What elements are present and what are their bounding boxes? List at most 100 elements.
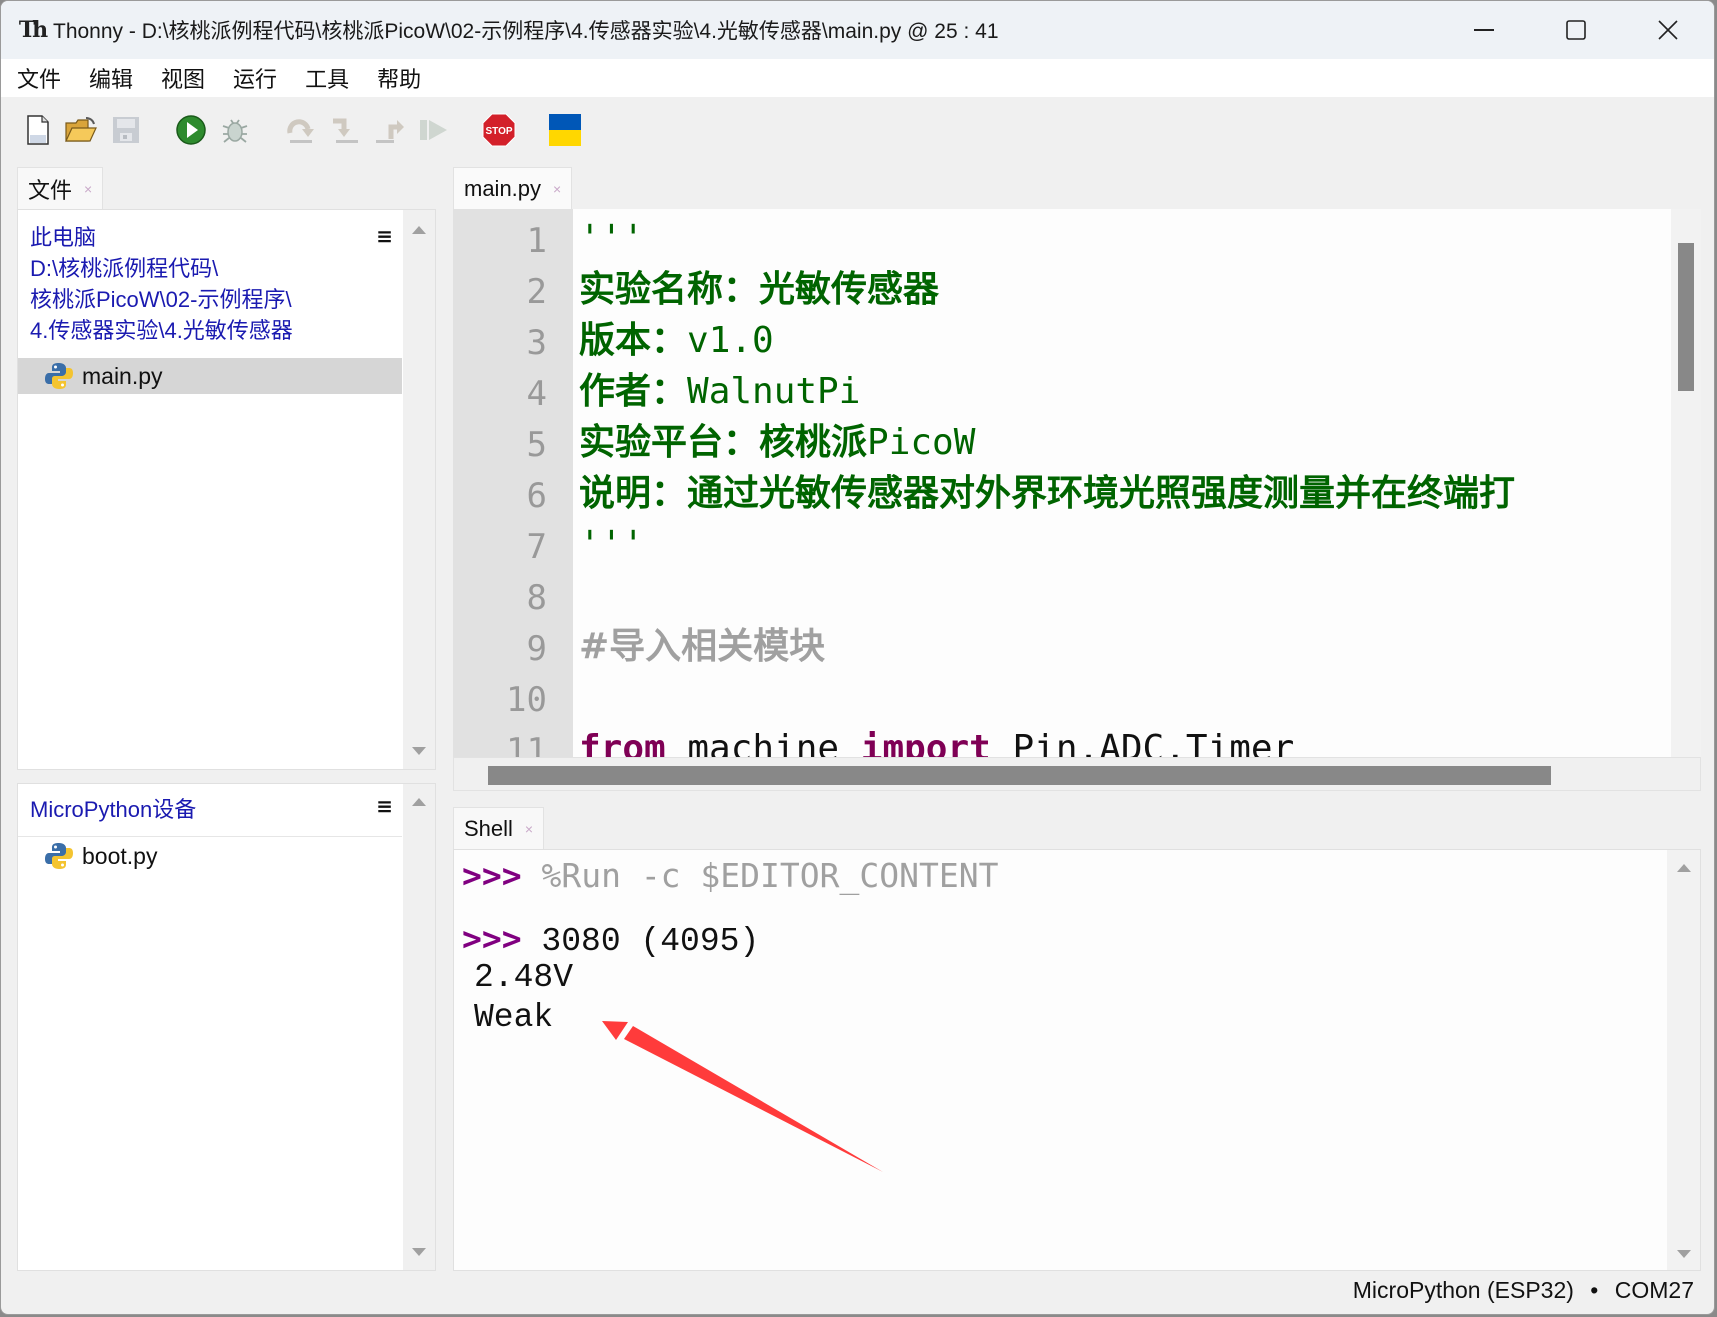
scroll-down-icon[interactable] [412,747,426,755]
editor-vertical-scrollbar[interactable] [1671,209,1701,757]
shell-output-voltage: 2.48V [474,959,574,996]
shell-prompt: >>> [462,919,522,958]
shell-line-output: 2.48V [474,959,573,996]
computer-path: 此电脑 D:\核桃派例程代码\ 核桃派PicoW\02-示例程序\ 4.传感器实… [30,222,293,346]
shell-output-adc: 3080 (4095) [521,923,760,960]
line-number: 3 [526,323,547,363]
scroll-up-icon[interactable] [1676,864,1691,872]
shell-line-output: Weak [474,999,553,1036]
thonny-window: Th Thonny - D:\核桃派例程代码\核桃派PicoW\02-示例程序\… [0,0,1715,1315]
debug-button[interactable] [218,113,252,147]
tab-shell-close-icon[interactable]: × [525,821,533,837]
ukraine-flag-button[interactable] [548,113,582,147]
thonny-logo-icon: Th [18,17,48,43]
code-token: ''' [579,524,645,565]
shell-line-run-command: >>> %Run -c $EDITOR_CONTENT [462,856,998,897]
menu-edit[interactable]: 编辑 [89,62,133,94]
shell-output-light-level: Weak [474,999,554,1036]
step-over-button[interactable] [284,113,318,147]
stop-button[interactable]: STOP [482,113,516,147]
title-bar: Th Thonny - D:\核桃派例程代码\核桃派PicoW\02-示例程序\… [1,1,1714,59]
editor-horizontal-scrollbar[interactable] [453,757,1701,791]
shell-prompt: >>> [462,856,522,895]
scroll-down-icon[interactable] [412,1248,426,1256]
line-number: 10 [506,680,547,720]
tab-files[interactable]: 文件 × [17,167,104,209]
shell-line-output: >>> 3080 (4095) [462,919,759,960]
device-files-scrollbar[interactable] [403,783,436,1271]
menu-view[interactable]: 视图 [161,62,205,94]
close-icon [1658,20,1678,40]
interpreter-status[interactable]: MicroPython (ESP32) [1353,1277,1574,1303]
window-controls [1438,1,1714,59]
step-out-icon [376,120,404,143]
run-button[interactable] [174,113,208,147]
tab-main-py[interactable]: main.py × [453,167,573,209]
line-number: 8 [526,578,547,618]
maximize-button[interactable] [1530,1,1622,59]
python-file-icon [45,843,73,869]
scroll-down-icon[interactable] [1676,1250,1691,1258]
tab-main-py-label: main.py [464,175,542,201]
close-button[interactable] [1622,1,1714,59]
device-menu-icon[interactable]: ≡ [376,794,393,818]
code-line: 实验名称：光敏传感器 [579,264,939,315]
path-segment[interactable]: 核桃派PicoW\02-示例程序\ [30,284,293,315]
tab-main-py-close-icon[interactable]: × [553,181,561,197]
file-item-boot-py[interactable]: boot.py [18,838,402,874]
minimize-button[interactable] [1438,1,1530,59]
code-line: 说明：通过光敏传感器对外界环境光照强度测量并在终端打 [579,468,1515,519]
code-token: ''' [579,218,645,259]
menu-bar: 文件 编辑 视图 运行 工具 帮助 [1,59,1714,97]
code-line: from machine import Pin,ADC,Timer [579,723,1294,757]
shell-scrollbar[interactable] [1667,850,1700,1270]
computer-files-scrollbar[interactable] [403,209,436,770]
code-token: PicoW [867,422,976,463]
code-token: #导入相关模块 [579,626,826,667]
open-file-button[interactable] [64,113,98,147]
path-segment[interactable]: D:\核桃派例程代码\ [30,253,293,284]
code-token: import [860,728,991,757]
save-file-button[interactable] [109,113,143,147]
computer-menu-icon[interactable]: ≡ [376,224,393,248]
line-number: 4 [526,374,547,414]
code-editor[interactable]: 1 2 3 4 5 6 7 8 9 10 11 ''' 实验名称：光敏传感器 版本：… [453,209,1701,757]
tab-shell-label: Shell [464,815,513,841]
path-this-pc[interactable]: 此电脑 [30,222,293,253]
shell-console[interactable]: >>> %Run -c $EDITOR_CONTENT >>> 3080 (40… [453,849,1701,1271]
code-token: 实验名称：光敏传感器 [579,269,940,310]
editor-vscroll-thumb[interactable] [1678,243,1694,391]
resume-button[interactable] [417,113,451,147]
python-file-icon [45,363,73,389]
run-icon [176,115,206,145]
code-line: ''' [579,213,644,264]
file-name: boot.py [82,842,158,869]
code-line: 实验平台：核桃派PicoW [579,417,975,468]
tab-shell[interactable]: Shell × [453,807,545,849]
menu-tools[interactable]: 工具 [305,62,349,94]
tab-files-close-icon[interactable]: × [84,181,92,197]
save-file-icon [113,117,139,143]
new-file-button[interactable] [21,113,55,147]
code-token: Pin,ADC,Timer [990,728,1295,757]
stop-icon: STOP [482,113,516,147]
scroll-up-icon[interactable] [412,226,426,234]
port-status[interactable]: COM27 [1615,1277,1694,1303]
line-number: 2 [526,272,547,312]
maximize-icon [1566,20,1586,40]
line-number: 7 [526,527,547,567]
editor-hscroll-thumb[interactable] [488,766,1551,785]
code-token: 版本： [579,320,688,361]
file-name: main.py [82,362,163,389]
line-number: 11 [506,731,547,757]
step-out-button[interactable] [373,113,407,147]
file-item-main-py[interactable]: main.py [18,358,402,394]
code-line: #导入相关模块 [579,621,825,672]
menu-help[interactable]: 帮助 [377,62,421,94]
device-title[interactable]: MicroPython设备 [30,794,196,825]
scroll-up-icon[interactable] [412,798,426,806]
menu-file[interactable]: 文件 [17,62,61,94]
path-segment[interactable]: 4.传感器实验\4.光敏传感器 [30,315,293,346]
menu-run[interactable]: 运行 [233,62,277,94]
step-into-button[interactable] [328,113,362,147]
